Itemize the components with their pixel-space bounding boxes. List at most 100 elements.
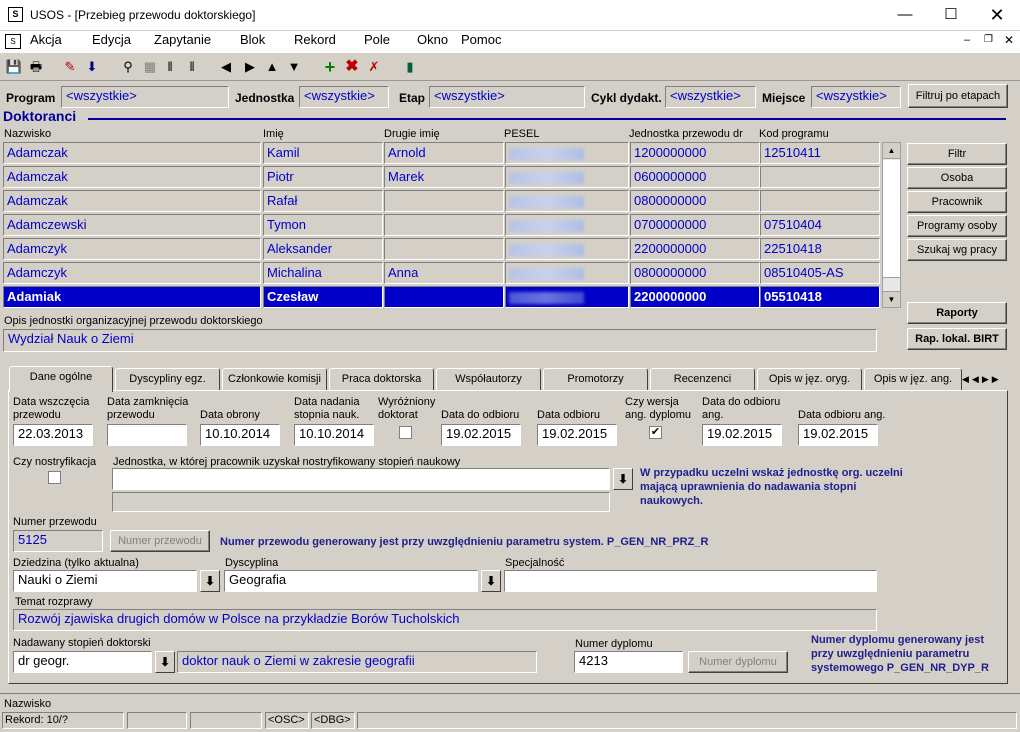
raporty-button[interactable]: Raporty xyxy=(907,302,1007,324)
mdi-restore-icon[interactable]: ❐ xyxy=(984,34,993,45)
cell-pesel[interactable] xyxy=(505,142,629,164)
cell-pesel[interactable] xyxy=(505,190,629,212)
save-icon[interactable]: 💾 xyxy=(4,57,24,77)
cell-pesel[interactable] xyxy=(505,238,629,260)
scroll-down-icon[interactable]: ▼ xyxy=(883,291,900,307)
query-icon[interactable]: ⚲ xyxy=(118,57,138,77)
programy-osoby-button[interactable]: Programy osoby xyxy=(907,215,1007,237)
cell-jednostka[interactable]: 2200000000 xyxy=(630,238,760,260)
szukaj-wg-pracy-button[interactable]: Szukaj wg pracy xyxy=(907,239,1007,261)
menu-blok[interactable]: Blok xyxy=(240,32,265,47)
tab-recenzenci[interactable]: Recenzenci xyxy=(650,368,755,390)
tab-dane-ogolne[interactable]: Dane ogólne xyxy=(9,366,113,392)
mdi-minimize-icon[interactable]: – xyxy=(964,34,970,46)
add-record-icon[interactable]: + xyxy=(320,57,340,77)
cell-nazwisko[interactable]: Adamczak xyxy=(3,142,261,164)
cykl-field[interactable]: <wszystkie> xyxy=(665,86,756,108)
cell-jednostka[interactable]: 2200000000 xyxy=(630,286,760,308)
pracownik-button[interactable]: Pracownik xyxy=(907,191,1007,213)
opis-field[interactable]: Wydział Nauk o Ziemi xyxy=(3,329,877,352)
next-block-icon[interactable]: ▶ xyxy=(240,57,260,77)
cell-nazwisko[interactable]: Adamczak xyxy=(3,190,261,212)
filtr-button[interactable]: Filtr xyxy=(907,143,1007,165)
cell-drugie-imie[interactable]: Anna xyxy=(384,262,504,284)
cell-drugie-imie[interactable] xyxy=(384,238,504,260)
osoba-button[interactable]: Osoba xyxy=(907,167,1007,189)
nostryfikacja-lookup-icon[interactable]: ⬇ xyxy=(613,468,633,490)
count-icon[interactable]: ‖ xyxy=(160,57,180,77)
cell-drugie-imie[interactable]: Arnold xyxy=(384,142,504,164)
cell-kod[interactable]: 05510418 xyxy=(760,286,880,308)
stopien-field[interactable]: dr geogr. xyxy=(13,651,152,673)
data-obrony-field[interactable]: 10.10.2014 xyxy=(200,424,280,446)
dyscyplina-field[interactable]: Geografia xyxy=(224,570,478,592)
cell-imie[interactable]: Czesław xyxy=(263,286,383,308)
cell-kod[interactable] xyxy=(760,166,880,188)
cell-drugie-imie[interactable] xyxy=(384,214,504,236)
miejsce-field[interactable]: <wszystkie> xyxy=(811,86,901,108)
data-do-odbioru-ang-field[interactable]: 19.02.2015 xyxy=(702,424,782,446)
download-icon[interactable]: ⬇ xyxy=(82,57,102,77)
delete-record-icon[interactable]: ✖ xyxy=(342,57,362,77)
maximize-button[interactable]: ☐ xyxy=(928,0,974,31)
tab-praca-doktorska[interactable]: Praca doktorska xyxy=(329,368,434,390)
cell-imie[interactable]: Rafał xyxy=(263,190,383,212)
tab-opis-ang[interactable]: Opis w jęz. ang. xyxy=(864,368,962,390)
tab-promotorzy[interactable]: Promotorzy xyxy=(543,368,648,390)
count2-icon[interactable]: ‖ xyxy=(182,57,202,77)
cell-kod[interactable]: 22510418 xyxy=(760,238,880,260)
prev-record-icon[interactable]: ▲ xyxy=(262,57,282,77)
minimize-button[interactable]: — xyxy=(882,0,928,31)
cell-pesel[interactable] xyxy=(505,166,629,188)
edit-icon[interactable]: ✎ xyxy=(60,57,80,77)
cell-jednostka[interactable]: 0800000000 xyxy=(630,190,760,212)
tab-czlonkowie-komisji[interactable]: Członkowie komisji xyxy=(222,368,327,390)
numer-dyplomu-field[interactable]: 4213 xyxy=(574,651,683,673)
cell-nazwisko[interactable]: Adamczewski xyxy=(3,214,261,236)
program-field[interactable]: <wszystkie> xyxy=(61,86,229,108)
wyrozniony-checkbox[interactable] xyxy=(399,426,412,439)
numer-dyplomu-button[interactable]: Numer dyplomu xyxy=(688,651,788,673)
menu-pole[interactable]: Pole xyxy=(364,32,390,47)
menu-akcja[interactable]: Akcja xyxy=(30,32,62,47)
cell-imie[interactable]: Aleksander xyxy=(263,238,383,260)
menu-rekord[interactable]: Rekord xyxy=(294,32,336,47)
cell-drugie-imie[interactable]: Marek xyxy=(384,166,504,188)
cell-pesel[interactable] xyxy=(505,262,629,284)
nostryfikacja-checkbox[interactable] xyxy=(48,471,61,484)
cell-nazwisko[interactable]: Adamczyk xyxy=(3,238,261,260)
cell-nazwisko[interactable]: Adamczyk xyxy=(3,262,261,284)
nostryfikacja-opis-field[interactable] xyxy=(112,492,610,512)
cell-kod[interactable]: 08510405-AS xyxy=(760,262,880,284)
scroll-thumb[interactable] xyxy=(883,160,900,278)
menu-zapytanie[interactable]: Zapytanie xyxy=(154,32,211,47)
cell-jednostka[interactable]: 0800000000 xyxy=(630,262,760,284)
close-button[interactable]: ✕ xyxy=(974,0,1020,31)
cell-jednostka[interactable]: 0700000000 xyxy=(630,214,760,236)
cell-imie[interactable]: Tymon xyxy=(263,214,383,236)
menu-okno[interactable]: Okno xyxy=(417,32,448,47)
exit-icon[interactable]: ▮ xyxy=(400,57,420,77)
specjalnosc-field[interactable] xyxy=(504,570,877,592)
data-odbioru-ang-field[interactable]: 19.02.2015 xyxy=(798,424,878,446)
etap-field[interactable]: <wszystkie> xyxy=(429,86,585,108)
dyscyplina-lookup-icon[interactable]: ⬇ xyxy=(481,570,501,592)
data-do-odbioru-field[interactable]: 19.02.2015 xyxy=(441,424,521,446)
cell-pesel[interactable] xyxy=(505,286,629,308)
cell-jednostka[interactable]: 0600000000 xyxy=(630,166,760,188)
dziedzina-lookup-icon[interactable]: ⬇ xyxy=(200,570,220,592)
print-icon[interactable]: 🖶 xyxy=(26,57,46,77)
cell-nazwisko[interactable]: Adamczak xyxy=(3,166,261,188)
temat-field[interactable]: Rozwój zjawiska drugich domów w Polsce n… xyxy=(13,609,877,631)
tab-opis-oryg[interactable]: Opis w jęz. oryg. xyxy=(757,368,862,390)
stopien-opis-field[interactable]: doktor nauk o Ziemi w zakresie geografii xyxy=(177,651,537,673)
mdi-close-icon[interactable]: ✕ xyxy=(1004,33,1014,47)
dziedzina-field[interactable]: Nauki o Ziemi xyxy=(13,570,197,592)
tab-dyscypliny[interactable]: Dyscypliny egz. xyxy=(115,368,220,390)
cell-kod[interactable]: 07510404 xyxy=(760,214,880,236)
cell-drugie-imie[interactable] xyxy=(384,286,504,308)
tab-wspolautorzy[interactable]: Współautorzy xyxy=(436,368,541,390)
doc-icon[interactable]: S xyxy=(5,34,21,49)
cell-imie[interactable]: Michalina xyxy=(263,262,383,284)
stopien-lookup-icon[interactable]: ⬇ xyxy=(155,651,175,673)
